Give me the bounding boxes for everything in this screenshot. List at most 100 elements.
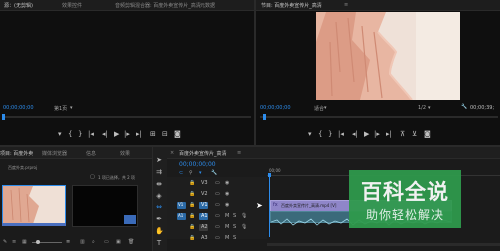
program-timecode[interactable]: 00;00;00;00 [260,105,291,111]
a3-lock-icon[interactable]: 🔒 [189,235,195,241]
razor-tool-icon[interactable]: ◈ [155,192,163,200]
program-mark-out-icon[interactable]: } [328,131,332,138]
a2-sync-icon[interactable]: ▭ [215,224,220,230]
step-back-icon[interactable]: ◂| [102,131,108,138]
a2-mic-icon[interactable]: 🎙 [241,224,247,230]
v1-sync-icon[interactable]: ▭ [215,202,220,208]
a1-lock-icon[interactable]: 🔒 [189,213,195,219]
zoom-slider-handle-icon[interactable] [36,240,40,244]
a3-sync-icon[interactable]: ▭ [215,235,220,241]
timeline-zoom-bar[interactable] [267,243,500,246]
program-step-back-icon[interactable]: ◂| [352,131,358,138]
tab-timeline-sequence[interactable]: 百度外卖宣传片_高清 [179,150,227,157]
a1-solo-icon[interactable]: S [233,213,236,219]
tab-source[interactable]: 源：(无剪辑) [4,2,33,9]
timeline-settings-icon[interactable]: 🔧 [211,170,217,176]
wrench-icon[interactable]: 🔧 [461,104,467,110]
source-playhead-icon[interactable] [2,114,5,120]
selection-tool-icon[interactable]: ➤ [155,156,163,164]
source-scrub-bar[interactable] [3,116,251,118]
fit-select[interactable]: 适合 [314,105,324,112]
fit-dropdown-icon[interactable]: ▾ [324,105,327,111]
tab-info[interactable]: 信息 [86,150,96,157]
v3-eye-icon[interactable]: ◉ [225,180,229,186]
mark-in-icon[interactable]: { [68,131,72,138]
tab-project[interactable]: 项目: 百度外卖 [0,150,33,157]
v1-eye-icon[interactable]: ◉ [225,202,229,208]
tab-metadata[interactable]: 元数据 [200,2,215,9]
v1-source-label: V1 [178,202,184,207]
new-bin-icon[interactable]: ▢ [90,174,95,180]
tab-media-browser[interactable]: 媒体浏览器 [42,150,67,157]
linked-selection-icon[interactable]: ⚲ [189,170,193,176]
find-icon[interactable]: ⌕ [92,239,95,245]
source-page-dropdown-icon[interactable]: ▾ [70,105,73,111]
tab-program[interactable]: 节目: 百度外卖宣传片_高清 [261,2,322,9]
program-playhead-icon[interactable] [263,114,266,120]
pencil-icon[interactable]: ✎ [3,239,7,245]
program-export-frame-icon[interactable]: ◙ [424,131,431,138]
v3-sync-icon[interactable]: ▭ [215,180,220,186]
export-frame-icon[interactable]: ◙ [174,131,181,138]
step-forward-icon[interactable]: |▸ [124,131,130,138]
timeline-timecode[interactable]: 00;00;00;00 [179,161,216,168]
add-marker-icon[interactable]: ▾ [58,131,62,138]
program-menu-icon[interactable]: ≡ [344,2,348,8]
add-marker-timeline-icon[interactable]: ▾ [199,170,202,176]
extract-icon[interactable]: ⊻ [412,131,417,138]
type-tool-icon[interactable]: T [155,239,163,247]
program-play-icon[interactable]: ▶ [364,131,369,138]
a1-mic-icon[interactable]: 🎙 [241,213,247,219]
source-timecode[interactable]: 00;00;00;00 [3,105,34,111]
overwrite-icon[interactable]: ⊟ [162,131,168,138]
v2-sync-icon[interactable]: ▭ [215,191,220,197]
ripple-edit-tool-icon[interactable]: ⇼ [155,180,163,188]
a2-mute-icon[interactable]: M [225,224,229,230]
v2-lock-icon[interactable]: 🔒 [189,191,195,197]
source-page-select[interactable]: 第1页 [54,105,67,112]
delete-icon[interactable]: 🗑 [128,239,134,245]
v3-lock-icon[interactable]: 🔒 [189,180,195,186]
tab-audio-clip-mixer[interactable]: 音频剪辑混合器: 百度外卖宣传片_高清 [115,2,201,9]
sort-icon[interactable]: ≣ [66,239,70,245]
a3-solo-icon[interactable]: S [233,235,236,241]
lift-icon[interactable]: ⊼ [400,131,405,138]
new-item-icon[interactable]: ▣ [116,239,121,245]
program-step-forward-icon[interactable]: |▸ [374,131,380,138]
program-go-to-in-icon[interactable]: |◂ [338,131,344,138]
v1-lock-icon[interactable]: 🔒 [189,202,195,208]
a1-mute-icon[interactable]: M [225,213,229,219]
list-view-icon[interactable]: ≡ [12,239,16,245]
track-select-tool-icon[interactable]: ⇉ [155,168,163,176]
track-name-v3: V3 [201,180,208,186]
timeline-menu-icon[interactable]: ≡ [237,150,241,156]
v2-eye-icon[interactable]: ◉ [225,191,229,197]
play-icon[interactable]: ▶ [114,131,119,138]
clip-thumbnail-dress[interactable] [2,185,66,225]
insert-icon[interactable]: ⊞ [150,131,156,138]
tab-effects[interactable]: 效果 [120,150,130,157]
go-to-out-icon[interactable]: ▸| [136,131,142,138]
tab-effect-controls[interactable]: 效果控件 [62,2,82,9]
go-to-in-icon[interactable]: |◂ [88,131,94,138]
slip-tool-icon[interactable]: ⇔ [155,203,163,211]
quality-dropdown-icon[interactable]: ▾ [428,105,431,111]
program-go-to-out-icon[interactable]: ▸| [386,131,392,138]
icon-view-icon[interactable]: ▦ [22,239,27,245]
a3-mute-icon[interactable]: M [225,235,229,241]
a2-lock-icon[interactable]: 🔒 [189,224,195,230]
snap-icon[interactable]: ⊂ [179,170,183,176]
program-scrub-bar[interactable] [260,116,498,118]
program-add-marker-icon[interactable]: ▾ [308,131,312,138]
mark-out-icon[interactable]: } [78,131,82,138]
new-bin-bottom-icon[interactable]: ▭ [104,239,109,245]
hand-tool-icon[interactable]: ✋ [155,227,164,235]
quality-select[interactable]: 1/2 [418,105,426,111]
pen-tool-icon[interactable]: ✒ [155,215,163,223]
dress-thumbnail-image [3,186,65,224]
timeline-close-icon[interactable]: × [170,150,174,156]
a2-solo-icon[interactable]: S [233,224,236,230]
program-mark-in-icon[interactable]: { [318,131,322,138]
automate-icon[interactable]: ▥ [80,239,85,245]
a1-sync-icon[interactable]: ▭ [215,213,220,219]
